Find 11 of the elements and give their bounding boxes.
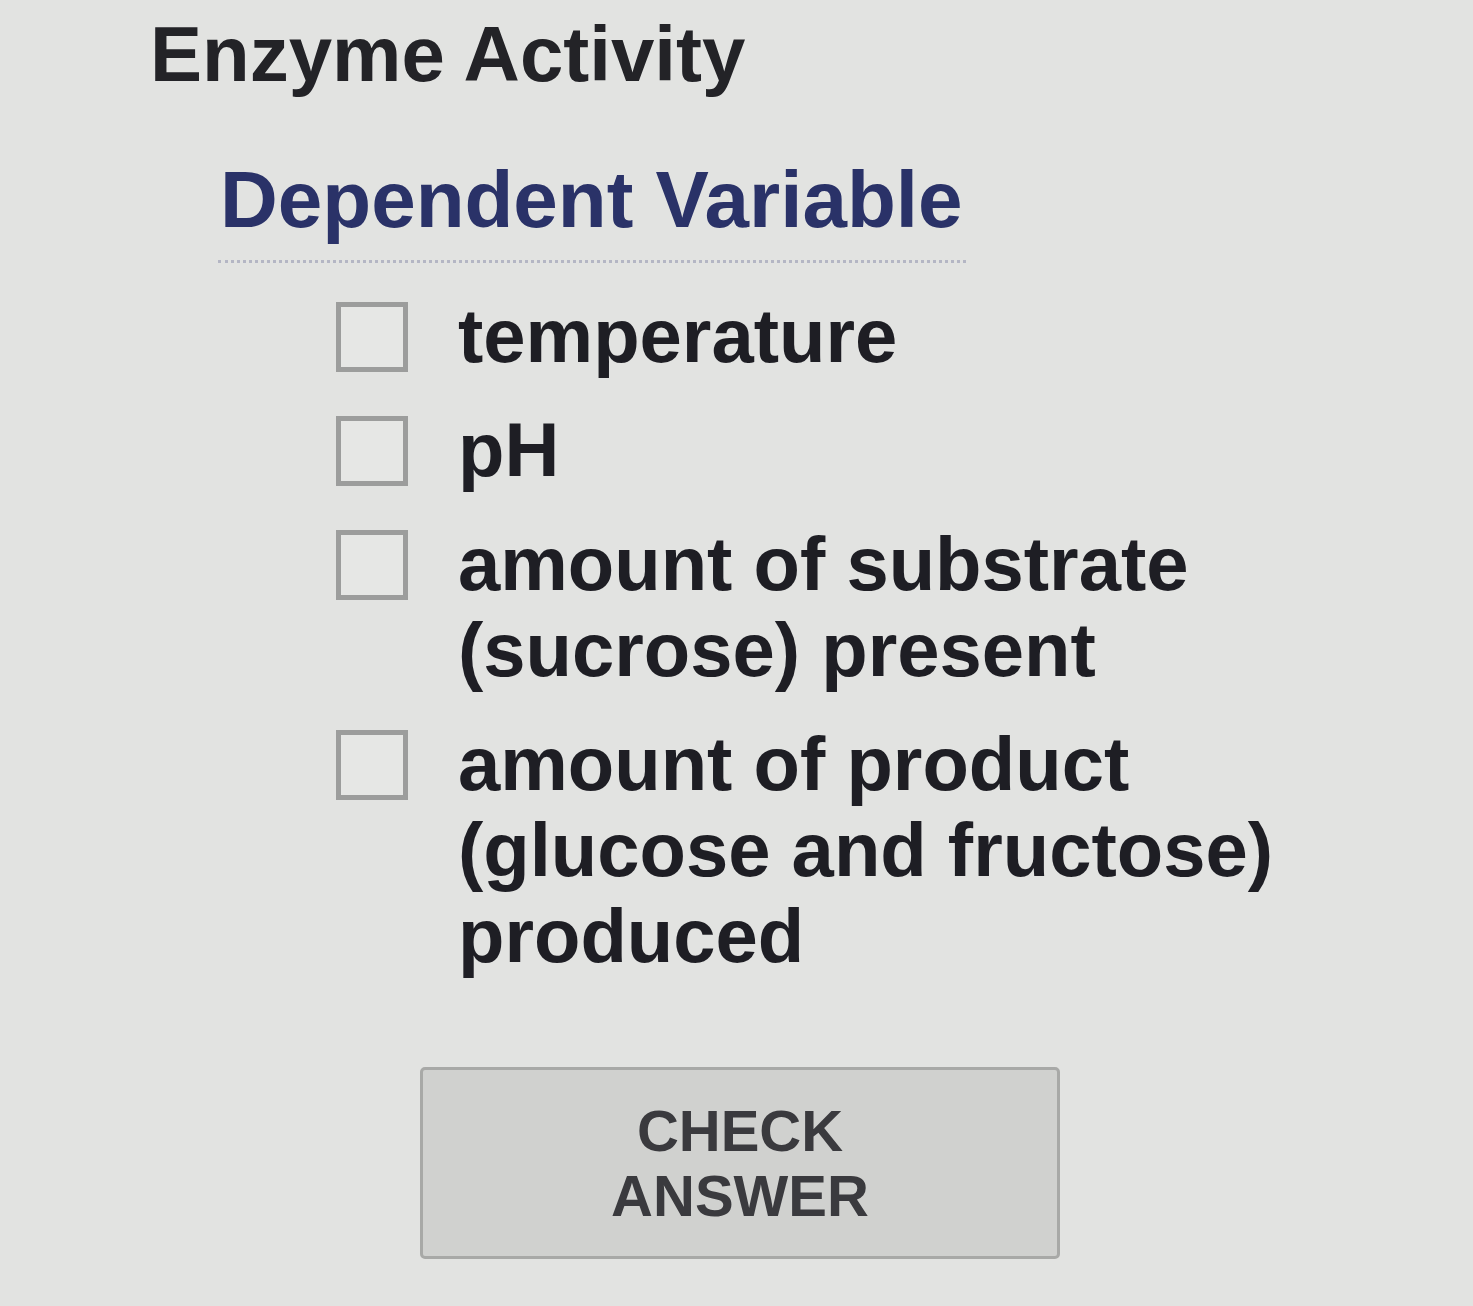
- option-label: amount of substrate (sucrose) present: [458, 520, 1190, 693]
- page-title: Enzyme Activity: [150, 12, 747, 98]
- option-label: temperature: [458, 292, 899, 379]
- option-label: pH: [458, 406, 561, 493]
- section-heading: Dependent Variable: [218, 155, 967, 263]
- checkbox[interactable]: [336, 301, 408, 372]
- checkbox[interactable]: [336, 415, 408, 486]
- checkbox[interactable]: [336, 729, 408, 800]
- check-answer-button[interactable]: CHECK ANSWER: [420, 1066, 1060, 1259]
- checkbox[interactable]: [336, 529, 408, 600]
- option-label: amount of product (glucose and fructose) produced: [458, 720, 1274, 979]
